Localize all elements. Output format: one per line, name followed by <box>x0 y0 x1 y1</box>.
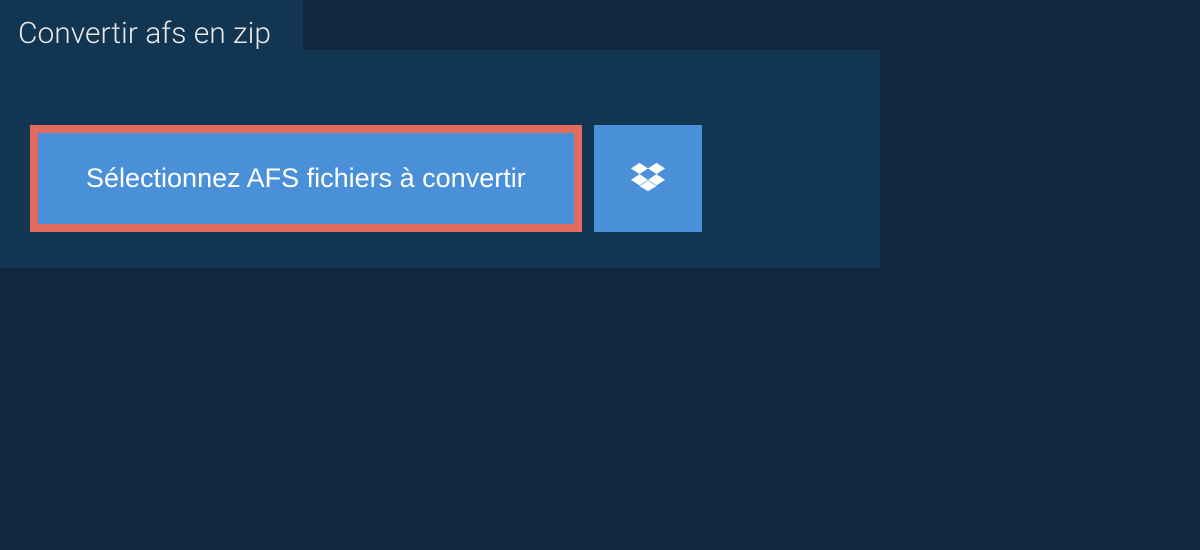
dropbox-button[interactable] <box>594 125 702 232</box>
tab-title: Convertir afs en zip <box>0 0 303 67</box>
converter-panel: Convertir afs en zip Sélectionnez AFS fi… <box>0 50 880 268</box>
panel-content: Sélectionnez AFS fichiers à convertir <box>0 97 880 268</box>
dropbox-icon <box>631 160 665 197</box>
tab-title-text: Convertir afs en zip <box>18 16 271 51</box>
select-files-button[interactable]: Sélectionnez AFS fichiers à convertir <box>30 125 582 232</box>
select-files-label: Sélectionnez AFS fichiers à convertir <box>86 163 526 194</box>
